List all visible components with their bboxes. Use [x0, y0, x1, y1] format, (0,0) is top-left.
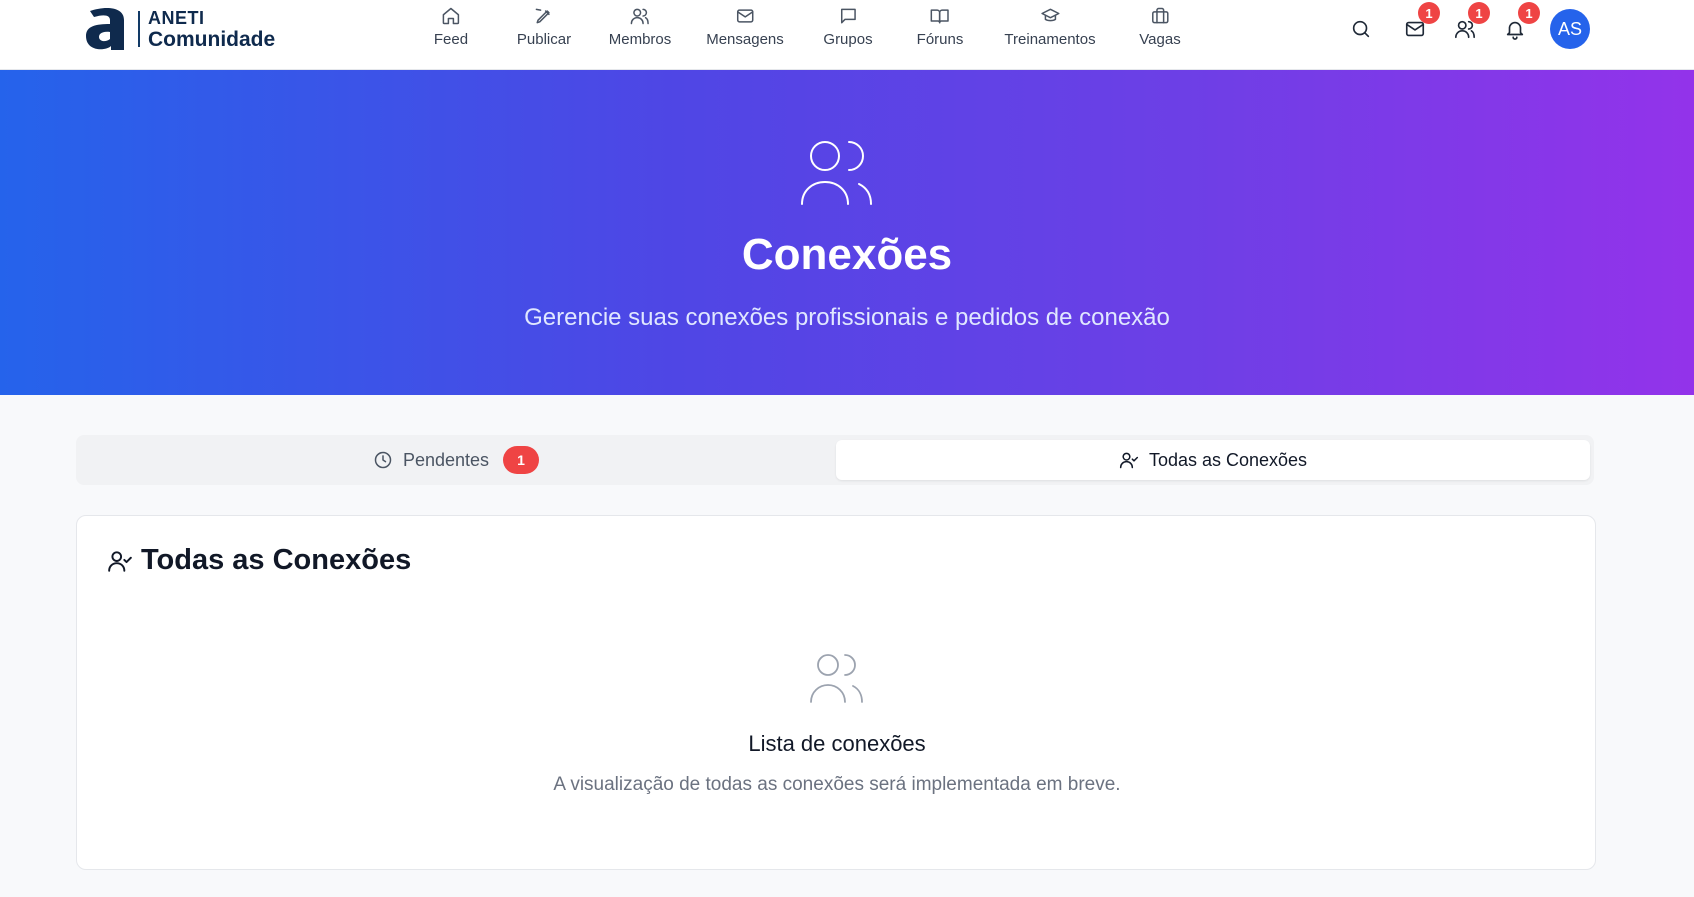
tab-label: Todas as Conexões: [1148, 449, 1308, 470]
nav-item-membros[interactable]: Membros: [608, 6, 672, 48]
message-square-icon: [840, 8, 856, 24]
brand-logo[interactable]: ANETI Comunidade: [80, 6, 275, 52]
nav-label: Feed: [433, 31, 469, 48]
messages-badge: 1: [1418, 2, 1440, 24]
search-button[interactable]: [1350, 18, 1374, 42]
nav-item-mensagens[interactable]: Mensagens: [706, 6, 784, 48]
top-navigation-bar: ANETI Comunidade Feed Publicar Membros M…: [0, 0, 1694, 70]
clock-icon: [374, 451, 392, 469]
users-icon: [807, 648, 867, 708]
nav-label: Vagas: [1139, 31, 1181, 48]
notifications-button[interactable]: 1: [1504, 2, 1540, 42]
home-icon: [442, 7, 460, 25]
user-check-icon: [108, 550, 132, 572]
tab-pendentes[interactable]: Pendentes 1: [81, 440, 831, 480]
briefcase-icon: [1151, 7, 1169, 24]
nav-item-publicar[interactable]: Publicar: [517, 6, 571, 48]
notifications-badge: 1: [1518, 2, 1540, 24]
nav-label: Mensagens: [706, 31, 784, 48]
user-avatar[interactable]: AS: [1550, 9, 1590, 49]
nav-label: Grupos: [823, 31, 873, 48]
pen-icon: [535, 8, 550, 24]
page-subtitle: Gerencie suas conexões profissionais e p…: [524, 304, 1170, 331]
users-icon: [797, 134, 877, 214]
users-icon: [630, 8, 650, 25]
book-open-icon: [930, 9, 950, 24]
empty-state-title: Lista de conexões: [748, 731, 926, 756]
tab-label: Pendentes: [402, 449, 490, 470]
page-hero: Conexões Gerencie suas conexões profissi…: [0, 70, 1694, 395]
nav-item-vagas[interactable]: Vagas: [1139, 6, 1181, 48]
connections-badge: 1: [1468, 2, 1490, 24]
card-title: Todas as Conexões: [141, 544, 412, 576]
nav-label: Treinamentos: [1004, 31, 1096, 48]
pending-count-badge: 1: [503, 446, 540, 474]
nav-item-treinamentos[interactable]: Treinamentos: [1004, 6, 1096, 48]
nav-item-feed[interactable]: Feed: [434, 6, 468, 48]
messages-button[interactable]: 1: [1404, 2, 1440, 42]
nav-label: Membros: [608, 31, 672, 48]
brand-name-line2: Comunidade: [148, 27, 276, 51]
nav-label: Publicar: [516, 31, 572, 48]
brand-name: ANETI Comunidade: [148, 9, 275, 50]
connections-card: Todas as Conexões Lista de conexões A vi…: [76, 515, 1596, 870]
tab-todas-as-conexoes[interactable]: Todas as Conexões: [836, 440, 1590, 480]
brand-name-line1: ANETI: [148, 7, 205, 28]
page-title: Conexões: [741, 230, 953, 279]
mail-icon: [736, 9, 754, 23]
logo-divider: [138, 11, 140, 47]
connections-button[interactable]: 1: [1454, 2, 1490, 42]
empty-state-description: A visualização de todas as conexões será…: [553, 774, 1121, 795]
connections-tabs: Pendentes 1 Todas as Conexões: [76, 435, 1594, 485]
user-check-icon: [1119, 452, 1139, 469]
graduation-cap-icon: [1040, 8, 1060, 22]
search-icon: [1352, 20, 1370, 38]
nav-item-grupos[interactable]: Grupos: [823, 6, 873, 48]
nav-item-foruns[interactable]: Fóruns: [916, 6, 964, 48]
aneti-logo-mark-icon: [80, 6, 132, 52]
nav-label: Fóruns: [916, 31, 964, 48]
card-header: Todas as Conexões: [107, 544, 411, 577]
